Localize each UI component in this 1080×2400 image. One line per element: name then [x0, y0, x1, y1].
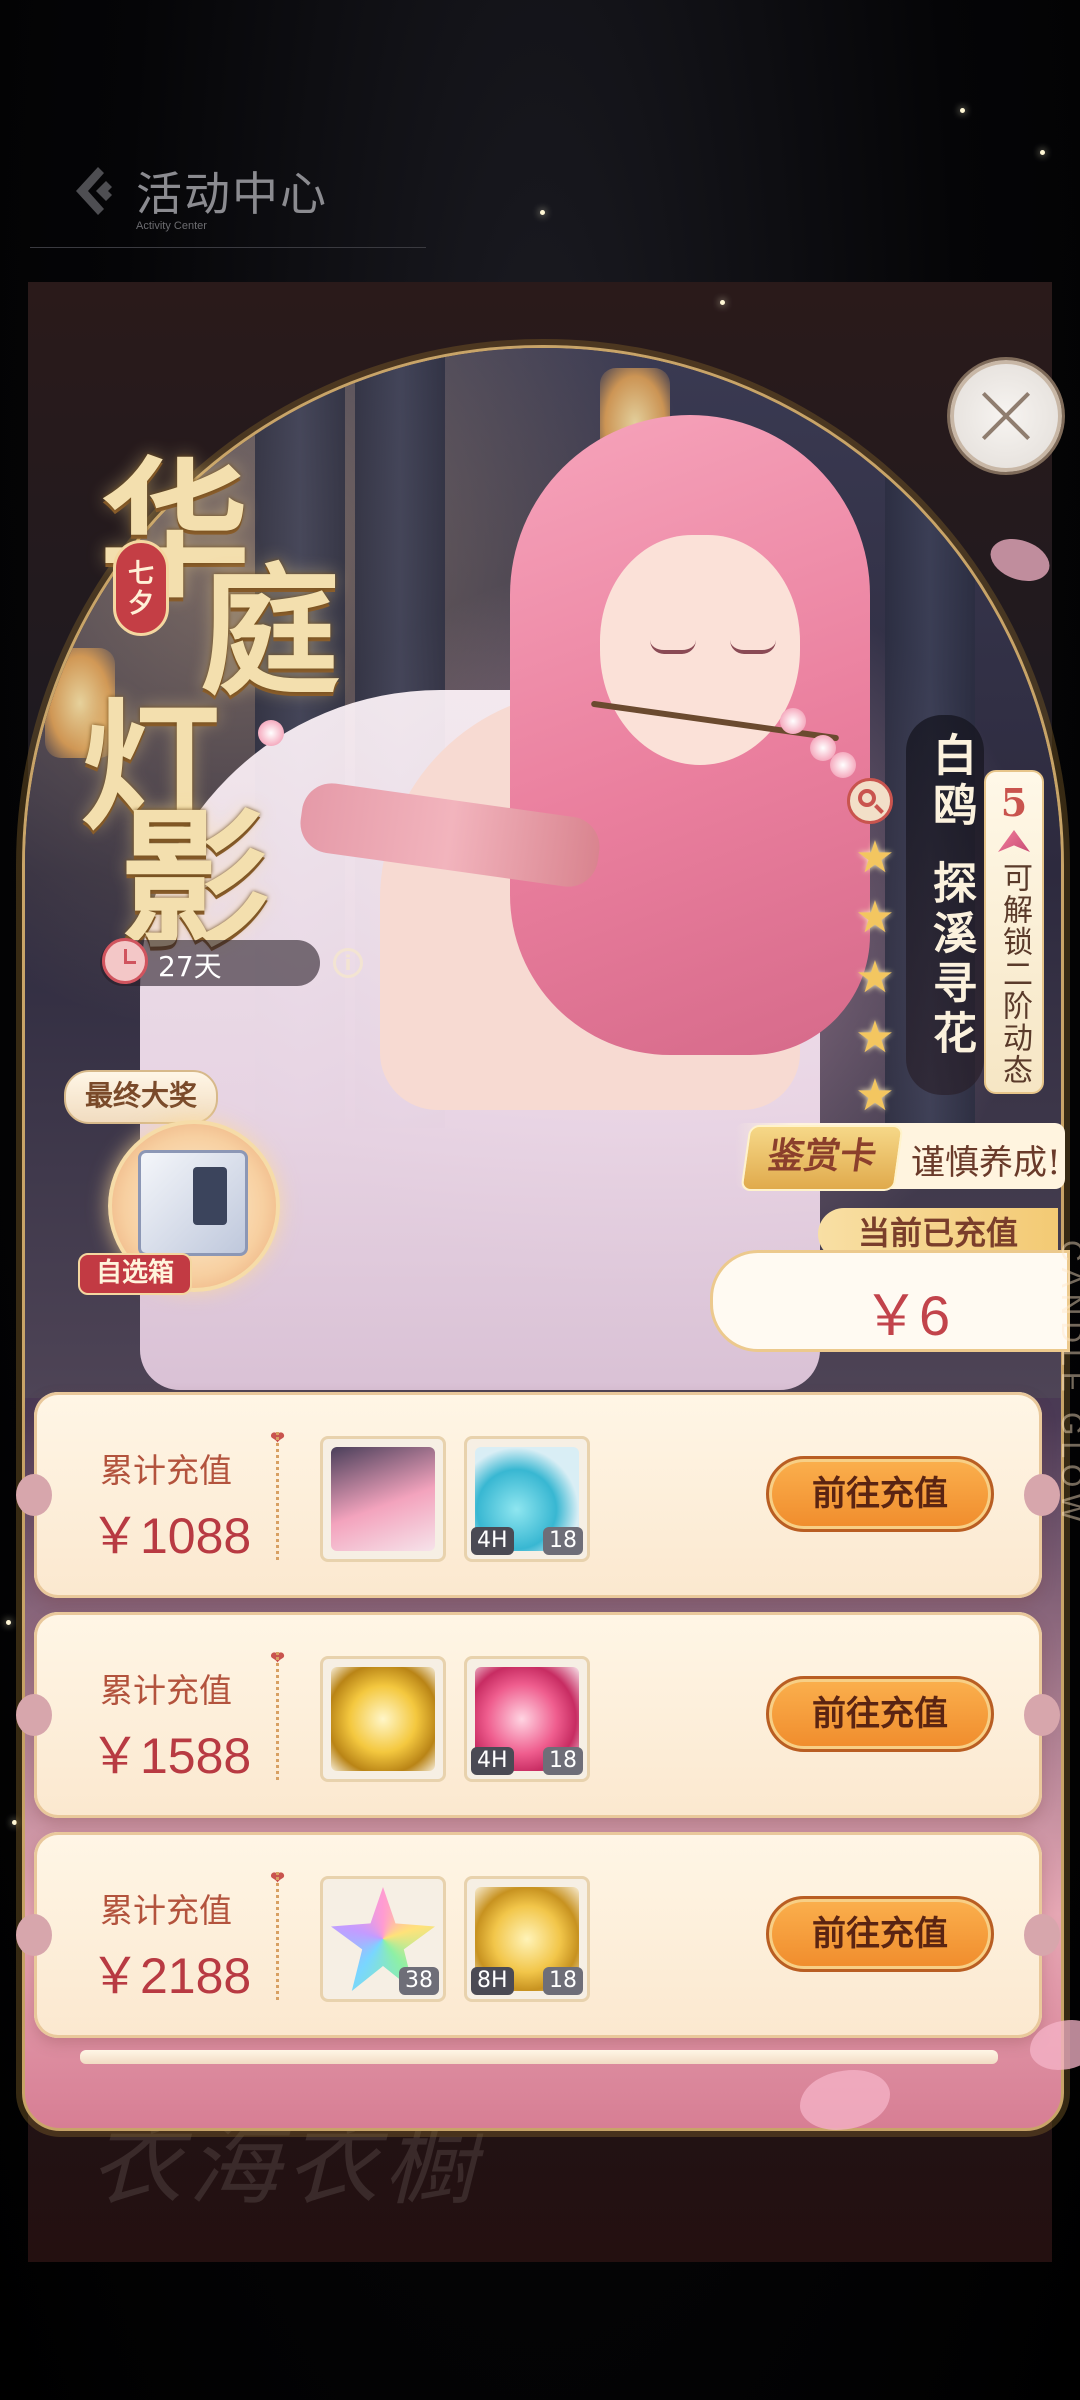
row-divider — [276, 1432, 283, 1560]
star-icon: ★ — [855, 1012, 895, 1063]
go-recharge-button[interactable]: 前往充值 — [766, 1896, 994, 1972]
star-icon: ★ — [855, 1070, 895, 1121]
rarity-text: 可解锁二阶动态 — [997, 862, 1032, 1086]
preview-magnifier-icon[interactable] — [847, 778, 893, 824]
sparkle — [12, 1820, 17, 1825]
reward-row: 累计充值 ￥2188 ❤ 38 8H 18 前往充值 — [16, 1832, 1060, 2038]
current-recharge-box: ￥6 — [710, 1250, 1070, 1352]
clock-icon — [102, 938, 148, 984]
final-prize-tag: 自选箱 — [78, 1253, 192, 1295]
activity-page: 活动中心 Activity Center 衣海衣橱 华 庭 灯 影 七夕 27天… — [0, 0, 1080, 2400]
sparkle — [960, 108, 965, 113]
card-type-message: 谨慎养成! — [911, 1143, 1061, 1183]
sparkle — [720, 300, 725, 305]
sparkle — [540, 210, 545, 215]
row-divider — [276, 1872, 283, 2000]
row-label: 累计充值 — [100, 1891, 232, 1930]
item-count: 18 — [543, 1967, 583, 1995]
go-recharge-button[interactable]: 前往充值 — [766, 1456, 994, 1532]
star-icon: ★ — [855, 832, 895, 883]
event-timer: 27天 — [100, 938, 320, 986]
close-button[interactable] — [950, 360, 1062, 472]
page-subtitle: Activity Center — [136, 220, 207, 232]
sparkle — [1040, 150, 1045, 155]
character-eye — [650, 640, 696, 654]
item-count: 18 — [543, 1747, 583, 1775]
festival-tag: 七夕 — [113, 540, 169, 636]
row-label: 累计充值 — [100, 1671, 232, 1710]
reward-item[interactable]: 38 — [320, 1876, 446, 2002]
rarity-tag: 5 可解锁二阶动态 — [984, 770, 1044, 1094]
info-icon[interactable]: i — [333, 948, 363, 978]
row-amount: ￥2188 — [90, 1948, 252, 2004]
blossom — [258, 720, 284, 746]
final-prize-label: 最终大奖 — [64, 1070, 218, 1124]
header-divider — [30, 247, 426, 248]
item-duration: 4H — [471, 1747, 514, 1775]
row-amount: ￥1088 — [90, 1508, 252, 1564]
card-art-icon — [331, 1447, 435, 1551]
card-name: 白鸥 — [925, 732, 976, 832]
event-title-char: 庭 — [200, 551, 341, 715]
item-duration: 4H — [471, 1527, 514, 1555]
character-eye — [730, 640, 776, 654]
reward-row: 累计充值 ￥1588 ❤ 4H 18 前往充值 — [16, 1612, 1060, 1818]
item-count: 38 — [399, 1967, 439, 1995]
back-arrow-icon[interactable] — [72, 165, 124, 217]
selection-box-icon — [138, 1150, 248, 1256]
row-amount: ￥1588 — [90, 1728, 252, 1784]
reward-item[interactable]: 4H 18 — [464, 1436, 590, 1562]
current-recharge-value: ￥6 — [863, 1284, 951, 1347]
reward-item[interactable]: 8H 18 — [464, 1876, 590, 2002]
item-count: 18 — [543, 1527, 583, 1555]
page-title: 活动中心 — [136, 167, 328, 221]
row-divider — [276, 1652, 283, 1780]
item-duration: 8H — [471, 1967, 514, 1995]
days-left: 27天 — [158, 950, 222, 983]
card-type-tag: 鉴赏卡 谨慎养成! — [735, 1123, 1065, 1191]
blossom — [780, 708, 806, 734]
sparkle — [6, 1620, 11, 1625]
reward-item[interactable]: 4H 18 — [464, 1656, 590, 1782]
go-recharge-button[interactable]: 前往充值 — [766, 1676, 994, 1752]
next-row-peek — [80, 2050, 998, 2064]
gold-chest-icon — [331, 1667, 435, 1771]
rarity-number: 5 — [1000, 780, 1028, 825]
crane-icon — [998, 830, 1030, 852]
reward-row: 累计充值 ￥1088 ❤ 4H 18 前往充值 — [16, 1392, 1060, 1598]
reward-item[interactable] — [320, 1656, 446, 1782]
top-bar: 活动中心 Activity Center — [0, 0, 1080, 280]
reward-item[interactable] — [320, 1436, 446, 1562]
row-label: 累计充值 — [100, 1451, 232, 1490]
star-icon: ★ — [855, 952, 895, 1003]
card-subtitle: 探溪寻花 — [925, 860, 976, 1060]
star-icon: ★ — [855, 892, 895, 943]
card-type-badge: 鉴赏卡 — [740, 1125, 904, 1191]
blossom — [830, 752, 856, 778]
